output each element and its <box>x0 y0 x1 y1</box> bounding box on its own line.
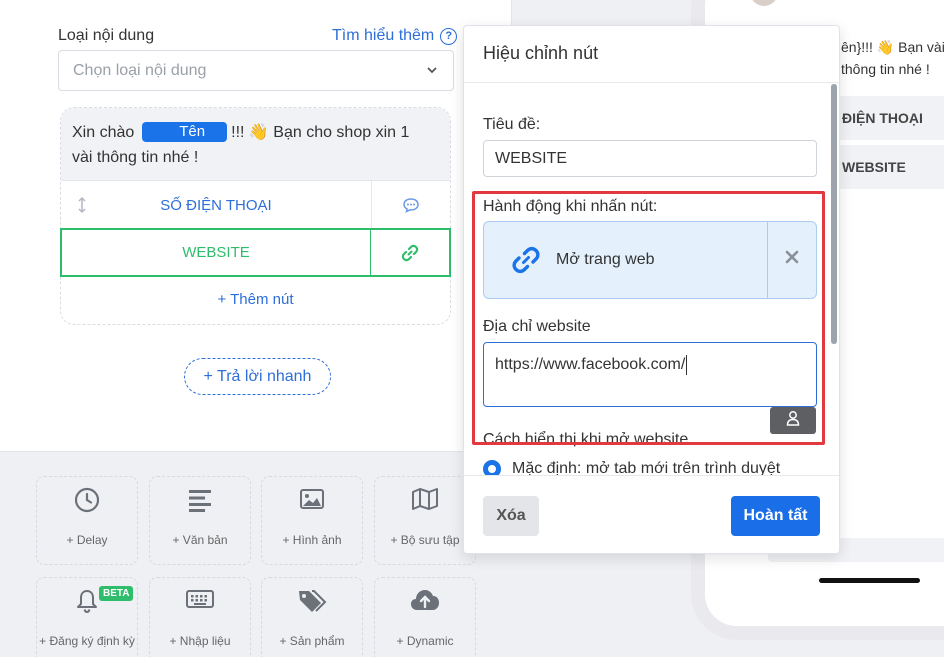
tool-label: + Hình ảnh <box>282 533 342 547</box>
edit-button-modal: Hiệu chỉnh nút Tiêu đề: WEBSITE Hành độn… <box>463 25 840 554</box>
button-row-website[interactable]: WEBSITE <box>60 228 451 277</box>
link-icon <box>512 246 540 279</box>
insert-variable-button[interactable] <box>770 407 816 434</box>
divider <box>767 222 768 298</box>
action-selector[interactable]: Mở trang web <box>483 221 817 299</box>
keyboard-icon <box>150 588 250 610</box>
message-prefix: Xin chào <box>72 124 135 141</box>
image-icon <box>262 487 362 511</box>
tool-input[interactable]: + Nhập liệu <box>149 577 251 657</box>
button-label-phone: SỐ ĐIỆN THOẠI <box>160 196 272 214</box>
text-cursor <box>686 355 688 375</box>
chat-bubble-icon[interactable] <box>371 181 450 229</box>
content-type-placeholder: Chọn loại nội dung <box>73 62 207 79</box>
tool-label: + Nhập liệu <box>169 634 231 648</box>
tool-text[interactable]: + Văn bản <box>149 476 251 565</box>
tool-dynamic[interactable]: + Dynamic <box>374 577 476 657</box>
modal-title: Hiệu chỉnh nút <box>464 26 839 83</box>
scrollbar-thumb[interactable] <box>831 84 837 344</box>
message-bubble: Xin chào Tên!!! 👋 Bạn cho shop xin 1 vài … <box>61 108 450 180</box>
preview-button-phone: ĐIỆN THOẠI <box>826 96 944 140</box>
message-text[interactable]: Xin chào Tên!!! 👋 Bạn cho shop xin 1 vài … <box>72 120 432 170</box>
tool-product[interactable]: + Sản phẩm <box>261 577 363 657</box>
tool-label: + Dynamic <box>396 634 454 648</box>
content-type-select[interactable]: Chọn loại nội dung <box>58 50 454 91</box>
button-row-phone[interactable]: SỐ ĐIỆN THOẠI <box>61 180 450 229</box>
learn-more-text: Tìm hiểu thêm <box>332 27 435 44</box>
map-icon <box>375 487 475 511</box>
beta-badge: BETA <box>99 586 134 601</box>
quick-reply-button[interactable]: + Trả lời nhanh <box>184 358 331 395</box>
display-label: Cách hiển thị khi mở website <box>483 431 689 448</box>
person-icon <box>786 410 800 431</box>
message-card: Xin chào Tên!!! 👋 Bạn cho shop xin 1 vài … <box>60 107 451 325</box>
link-icon[interactable] <box>370 230 449 275</box>
clock-icon <box>37 487 137 513</box>
modal-footer: Xóa Hoàn tất <box>464 475 839 553</box>
title-input[interactable]: WEBSITE <box>483 140 817 177</box>
tool-label: + Văn bản <box>172 533 228 547</box>
tags-icon <box>262 588 362 614</box>
tool-label: + Sản phẩm <box>279 634 345 648</box>
content-type-label: Loại nội dung <box>58 27 155 44</box>
phone-home-indicator <box>819 578 920 583</box>
learn-more-link[interactable]: Tìm hiểu thêm ? <box>332 27 458 45</box>
help-circle-icon: ? <box>440 27 458 45</box>
action-label: Hành động khi nhấn nút: <box>483 198 658 215</box>
delete-button[interactable]: Xóa <box>483 496 539 536</box>
text-lines-icon <box>150 487 250 513</box>
modal-scrollbar[interactable] <box>831 84 837 344</box>
done-button[interactable]: Hoàn tất <box>731 496 820 536</box>
cloud-upload-icon <box>375 588 475 612</box>
url-value: https://www.facebook.com/ <box>495 356 686 374</box>
url-input[interactable]: https://www.facebook.com/ <box>483 342 817 407</box>
action-value: Mở trang web <box>556 251 655 268</box>
tool-delay[interactable]: + Delay <box>36 476 138 565</box>
tool-image[interactable]: + Hình ảnh <box>261 476 363 565</box>
tool-gallery[interactable]: + Bộ sưu tập <box>374 476 476 565</box>
tool-subscription[interactable]: BETA + Đăng ký định kỳ <box>36 577 138 657</box>
name-variable-tag[interactable]: Tên <box>142 122 228 142</box>
preview-message: ên}!!! 👋 Bạn vài thông tin nhé ! <box>841 39 944 77</box>
drag-handle-icon[interactable] <box>76 196 88 218</box>
button-label-website: WEBSITE <box>182 244 250 261</box>
tool-label: + Đăng ký định kỳ <box>39 634 135 648</box>
tool-label: + Delay <box>66 533 108 547</box>
title-field-label: Tiêu đề: <box>483 116 541 133</box>
url-label: Địa chỉ website <box>483 318 591 335</box>
content-editor-panel: Loại nội dung Tìm hiểu thêm ? Chọn loại … <box>0 0 512 452</box>
add-button[interactable]: + Thêm nút <box>61 291 450 308</box>
close-icon[interactable] <box>785 250 799 269</box>
tool-label: + Bộ sưu tập <box>390 533 460 547</box>
chevron-down-icon <box>425 63 439 82</box>
preview-button-website: WEBSITE <box>826 145 944 189</box>
